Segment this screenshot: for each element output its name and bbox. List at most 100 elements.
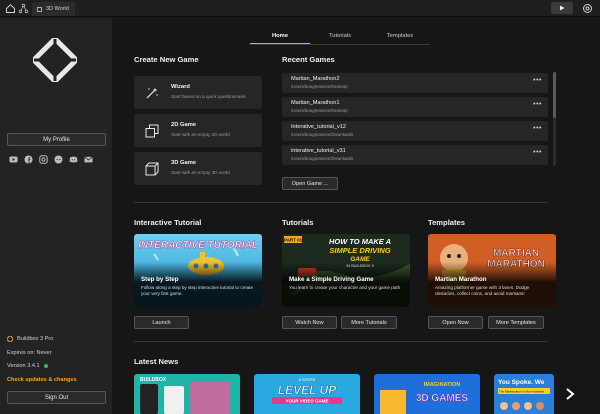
wizard-title: Wizard <box>171 84 190 90</box>
more-options-icon[interactable]: ••• <box>533 101 542 108</box>
interactive-banner-text: INTERACTIVE TUTORIAL <box>138 240 258 251</box>
recent-game-name: interative_tutorial_v31 <box>291 148 346 154</box>
recent-game-name: Martian_Marathon2 <box>291 76 340 82</box>
my-profile-button[interactable]: My Profile <box>7 133 106 146</box>
product-name: Buildbox 3 Pro <box>17 336 54 342</box>
news-item[interactable]: BUILDBOX <box>134 374 240 414</box>
news-top: IMAGINATION <box>424 382 461 388</box>
interactive-card-desc: Follow along a step by step interactive … <box>141 285 254 296</box>
create-2d-card[interactable]: 2D Game Start with an empty 2D world <box>134 114 262 147</box>
news-label: LEVEL UP <box>278 383 337 397</box>
buildbox-logo <box>33 38 77 82</box>
settings-gear-icon[interactable] <box>582 3 593 14</box>
open-now-button[interactable]: Open Now <box>428 316 483 329</box>
tutorials-heading: Tutorials <box>282 218 314 227</box>
play-button[interactable] <box>551 2 573 14</box>
tab-tutorials[interactable]: Tutorials <box>310 33 370 44</box>
recent-game-path: /Users/dougmanson/Desktop <box>291 84 348 89</box>
product-line: Buildbox 3 Pro <box>7 336 53 342</box>
buildbox-small-icon <box>7 336 13 342</box>
recent-game-row[interactable]: interative_tutorial_v31 /Users/dougmanso… <box>282 145 548 165</box>
interactive-tutorial-card[interactable]: INTERACTIVE TUTORIAL Step by Step Follow… <box>134 234 262 307</box>
sign-out-button[interactable]: Sign Out <box>7 391 106 404</box>
news-sub: The Marketplace Is Now Available <box>499 390 544 394</box>
watch-now-button[interactable]: Watch Now <box>282 316 337 329</box>
check-updates-link[interactable]: Check updates & changes <box>7 377 77 383</box>
template-card-desc: Amazing platformer game with 3 lanes. Do… <box>435 285 530 296</box>
templates-heading: Templates <box>428 218 465 227</box>
create-heading: Create New Game <box>134 55 199 64</box>
buildbox-launcher: 3D World My Profile Buildbox 3 Pro Expir… <box>0 0 600 414</box>
interactive-heading: Interactive Tutorial <box>134 218 202 227</box>
news-item[interactable]: IMAGINATION 3D GAMES <box>374 374 480 414</box>
recent-game-row[interactable]: Martian_Marathon2 /Users/dougmanson/Desk… <box>282 73 548 93</box>
more-options-icon[interactable]: ••• <box>533 77 542 84</box>
more-templates-button[interactable]: More Templates <box>488 316 544 329</box>
news-item[interactable]: 6 STEPS LEVEL UP YOUR VIDEO GAME <box>254 374 360 414</box>
recent-game-row[interactable]: Martian_Marathon1 /Users/dougmanson/Desk… <box>282 97 548 117</box>
recent-game-path: /Users/dougmanson/Downloads <box>291 156 354 161</box>
tab-home[interactable]: Home <box>250 33 310 45</box>
interactive-card-title: Step by Step <box>141 276 179 283</box>
status-dot <box>43 364 48 368</box>
news-label: 3D GAMES <box>416 393 469 404</box>
tutorial-banner-line1: HOW TO MAKE A <box>329 237 391 246</box>
recent-game-row[interactable]: Interative_tutorial_v12 /Users/dougmanso… <box>282 121 548 141</box>
wand-icon <box>146 87 158 99</box>
nodes-icon[interactable] <box>18 3 29 14</box>
template-card[interactable]: MARTIAN MARATHON Martian Marathon Amazin… <box>428 234 556 307</box>
2d-title: 2D Game <box>171 122 197 128</box>
tutorial-card[interactable]: PART 01 HOW TO MAKE A SIMPLE DRIVING GAM… <box>282 234 410 307</box>
social-links <box>9 155 93 164</box>
create-wizard-card[interactable]: Wizard Start based on a quick questionna… <box>134 76 262 109</box>
instagram-icon[interactable] <box>39 155 48 164</box>
discord-icon[interactable] <box>69 155 78 164</box>
tabs-divider <box>250 44 430 45</box>
recent-game-path: /Users/dougmanson/Downloads <box>291 132 354 137</box>
version-text: Version 3.4.1 <box>7 363 40 369</box>
tab-3d-world-label: 3D World <box>46 6 69 12</box>
news-thumbnail: You Spoke. We The Marketplace Is Now Ava… <box>494 374 554 414</box>
create-3d-card[interactable]: 3D Game Start with an empty 3D world <box>134 152 262 185</box>
title-bar: 3D World <box>0 0 600 17</box>
home-icon[interactable] <box>5 3 16 14</box>
news-thumbnail: BUILDBOX <box>134 374 240 414</box>
facebook-icon[interactable] <box>24 155 33 164</box>
template-card-title: Martian Marathon <box>435 276 487 283</box>
2d-subtitle: Start with an empty 2D world <box>171 132 230 137</box>
template-banner-line1: MARTIAN <box>493 248 539 259</box>
interactive-banner: INTERACTIVE TUTORIAL <box>138 240 258 251</box>
section-divider <box>134 341 548 342</box>
version-line: Version 3.4.1 <box>7 363 48 369</box>
news-sub: YOUR VIDEO GAME <box>285 399 328 404</box>
scrollbar-thumb[interactable] <box>553 72 556 118</box>
open-game-button[interactable]: Open Game ... <box>282 177 338 190</box>
news-top: 6 STEPS <box>299 377 316 382</box>
document-icon <box>37 6 42 12</box>
recent-game-name: Martian_Marathon1 <box>291 100 340 106</box>
3d-subtitle: Start with an empty 3D world <box>171 170 230 175</box>
reddit-icon[interactable] <box>54 155 63 164</box>
tutorial-banner-line2: SIMPLE DRIVING <box>329 246 390 255</box>
tutorial-card-title: Make a Simple Driving Game <box>289 276 374 283</box>
youtube-icon[interactable] <box>9 155 18 164</box>
news-item[interactable]: You Spoke. We The Marketplace Is Now Ava… <box>494 374 554 414</box>
tab-3d-world[interactable]: 3D World <box>32 2 75 16</box>
tutorial-card-desc: You learn to create your character and y… <box>289 285 401 290</box>
play-icon <box>560 5 565 11</box>
mail-icon[interactable] <box>84 155 93 164</box>
launch-button[interactable]: Launch <box>134 316 189 329</box>
chevron-right-icon[interactable] <box>565 388 575 400</box>
expires-text: Expires on: Never <box>7 350 52 356</box>
more-options-icon[interactable]: ••• <box>533 149 542 156</box>
2d-squares-icon <box>145 124 159 138</box>
news-heading: Latest News <box>134 357 179 366</box>
more-options-icon[interactable]: ••• <box>533 125 542 132</box>
recent-heading: Recent Games <box>282 55 335 64</box>
recent-scrollbar[interactable] <box>553 72 556 166</box>
main-tabs: Home Tutorials Templates <box>250 33 430 45</box>
part-tag: PART 01 <box>284 237 303 242</box>
3d-cube-icon <box>145 162 159 176</box>
tab-templates[interactable]: Templates <box>370 33 430 44</box>
more-tutorials-button[interactable]: More Tutorials <box>341 316 397 329</box>
